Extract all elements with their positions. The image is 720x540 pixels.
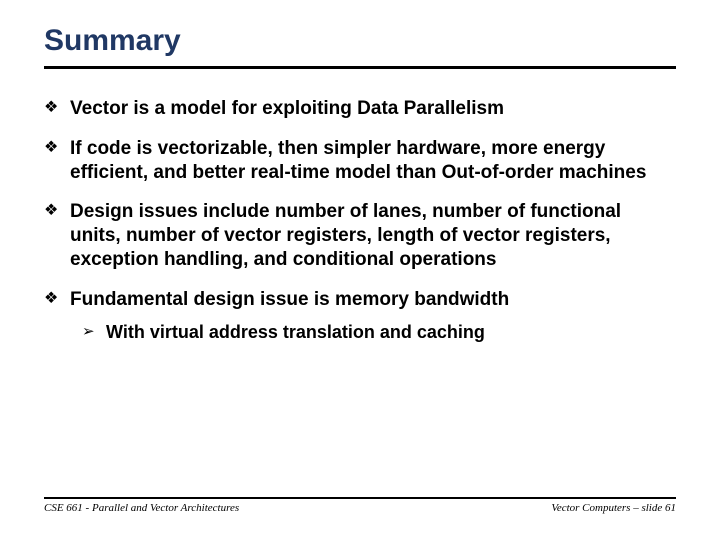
sub-bullet-item: With virtual address translation and cac… xyxy=(82,321,676,344)
slide: Summary Vector is a model for exploiting… xyxy=(0,0,720,540)
footer: CSE 661 - Parallel and Vector Architectu… xyxy=(44,497,676,514)
sub-bullet-list: With virtual address translation and cac… xyxy=(70,321,676,344)
bullet-item: Fundamental design issue is memory bandw… xyxy=(44,288,676,344)
footer-left: CSE 661 - Parallel and Vector Architectu… xyxy=(44,502,239,514)
bullet-list: Vector is a model for exploiting Data Pa… xyxy=(44,97,676,344)
bullet-item: Design issues include number of lanes, n… xyxy=(44,200,676,271)
bullet-item: If code is vectorizable, then simpler ha… xyxy=(44,137,676,185)
footer-right: Vector Computers – slide 61 xyxy=(551,502,676,514)
slide-title: Summary xyxy=(44,24,676,69)
bullet-text: Fundamental design issue is memory bandw… xyxy=(70,289,509,310)
bullet-item: Vector is a model for exploiting Data Pa… xyxy=(44,97,676,121)
